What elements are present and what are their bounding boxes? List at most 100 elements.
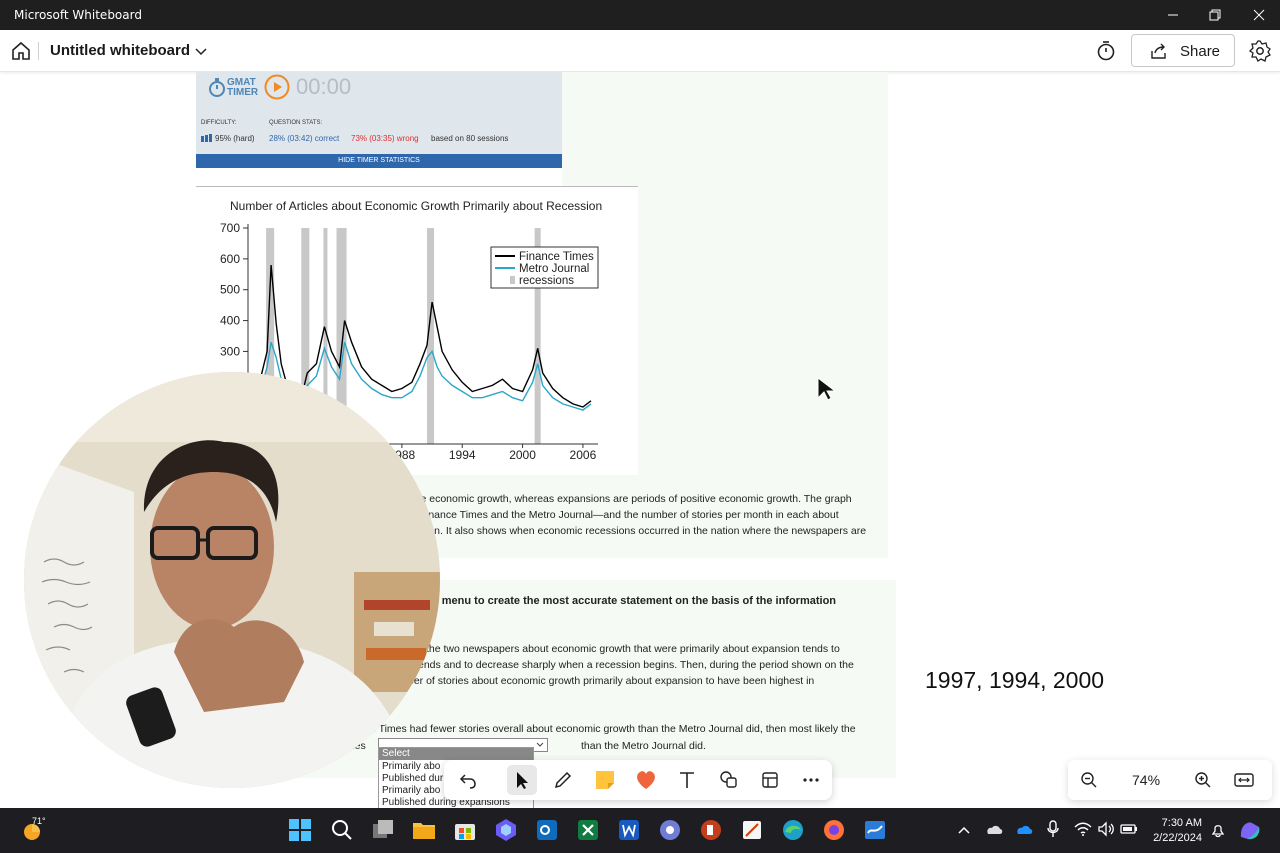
share-button[interactable]: Share: [1131, 34, 1235, 67]
play-icon[interactable]: [264, 74, 290, 100]
zoom-level: 74%: [1132, 772, 1161, 788]
excel-icon[interactable]: [576, 818, 600, 842]
onedrive-icon[interactable]: [1014, 822, 1034, 836]
snipping-tool-icon[interactable]: [740, 818, 764, 842]
windows-taskbar: 71° 7:30 AM 2/22/2024: [0, 808, 1280, 853]
pen-icon: [554, 771, 572, 789]
stopwatch-icon: [209, 78, 225, 97]
copilot-icon[interactable]: [1238, 819, 1262, 841]
wifi-icon[interactable]: [1074, 821, 1092, 837]
question-line: ends and to decrease sharply when a rece…: [418, 659, 854, 671]
store-icon[interactable]: [453, 818, 477, 842]
file-explorer-icon[interactable]: [412, 818, 436, 842]
share-icon: [1151, 43, 1166, 59]
notification-bell-icon[interactable]: [1210, 822, 1226, 838]
hide-timer-statistics-button[interactable]: HIDE TIMER STATISTICS: [196, 154, 562, 168]
more-icon: [803, 778, 819, 782]
minimize-icon: [1168, 14, 1178, 16]
clock-date[interactable]: 2/22/2024: [1146, 832, 1202, 844]
difficulty-bars-icon: [201, 134, 212, 142]
header-divider: [38, 42, 39, 60]
board-title[interactable]: Untitled whiteboard: [50, 42, 190, 59]
x-tick-label: 2000: [509, 448, 536, 462]
settings-app-icon[interactable]: [658, 818, 682, 842]
task-view-icon[interactable]: [371, 818, 395, 842]
difficulty-value: 95% (hard): [215, 134, 255, 143]
shapes-icon: [720, 771, 737, 788]
dropdown-option-select[interactable]: Select: [379, 748, 533, 760]
heart-icon: [637, 771, 655, 789]
y-tick-label: 500: [220, 283, 240, 297]
x-tick-label: 2006: [570, 448, 597, 462]
question-line: ber of stories about economic growth pri…: [408, 675, 815, 687]
search-icon[interactable]: [330, 818, 354, 842]
powerpoint-icon[interactable]: [699, 818, 723, 842]
zoom-out-icon[interactable]: [1080, 771, 1098, 789]
difficulty-label: DIFFICULTY:: [201, 120, 237, 126]
restore-button[interactable]: [1194, 0, 1236, 30]
weather-widget[interactable]: 71°: [20, 816, 46, 847]
weather-temp: 71°: [32, 816, 46, 826]
edge-icon[interactable]: [781, 818, 805, 842]
word-icon[interactable]: [617, 818, 641, 842]
text-icon: [680, 772, 694, 788]
whiteboard-toolbar: [444, 760, 832, 800]
select-tool-button[interactable]: [507, 765, 537, 795]
gmat-logo-text: GMAT TIMER: [227, 77, 259, 98]
timer-icon[interactable]: [1094, 39, 1118, 63]
cloud-icon[interactable]: [984, 822, 1004, 836]
x-tick-label: 1994: [449, 448, 476, 462]
undo-icon: [459, 774, 476, 789]
minimize-button[interactable]: [1152, 0, 1194, 30]
text-tool-button[interactable]: [675, 768, 699, 792]
y-tick-label: 300: [220, 344, 240, 358]
question-line: e Times had fewer stories overall about …: [370, 723, 856, 735]
question-stats-label: QUESTION STATS:: [269, 120, 323, 126]
chevron-up-icon[interactable]: [958, 825, 970, 835]
gear-icon[interactable]: [1248, 39, 1272, 63]
app-header: Untitled whiteboard Share: [0, 30, 1280, 72]
templates-button[interactable]: [758, 768, 782, 792]
firefox-icon[interactable]: [822, 818, 846, 842]
chevron-down-icon: [536, 742, 544, 747]
clock-time[interactable]: 7:30 AM: [1146, 817, 1202, 829]
pen-tool-button[interactable]: [551, 768, 575, 792]
sticky-note-icon: [596, 771, 614, 789]
reactions-button[interactable]: [634, 768, 658, 792]
templates-icon: [762, 772, 778, 788]
sticky-note-button[interactable]: [593, 768, 617, 792]
question-line: the two newspapers about economic growth…: [426, 643, 840, 655]
whiteboard-app-icon[interactable]: [863, 818, 887, 842]
y-tick-label: 400: [220, 314, 240, 328]
start-icon[interactable]: [288, 818, 312, 842]
outlook-icon[interactable]: [535, 818, 559, 842]
microphone-icon[interactable]: [1046, 820, 1060, 838]
handwritten-note[interactable]: 1997, 1994, 2000: [925, 667, 1104, 694]
instruction-text: n menu to create the most accurate state…: [432, 595, 837, 607]
undo-button[interactable]: [456, 768, 480, 792]
passage-line: inance Times and the Metro Journal—and t…: [426, 509, 839, 521]
sessions-stat: based on 80 sessions: [431, 134, 509, 143]
fit-to-screen-icon[interactable]: [1234, 771, 1254, 789]
y-tick-label: 600: [220, 252, 240, 266]
correct-stat: 28% (03:42) correct: [269, 134, 340, 143]
chevron-down-icon[interactable]: [193, 43, 209, 59]
more-options-button[interactable]: [799, 768, 823, 792]
webcam-video: [24, 372, 440, 788]
close-icon: [1253, 9, 1265, 21]
zoom-controls: 74%: [1068, 760, 1272, 800]
wrong-stat: 73% (03:35) wrong: [351, 134, 419, 143]
share-label: Share: [1180, 43, 1221, 60]
volume-icon[interactable]: [1097, 821, 1115, 837]
battery-icon[interactable]: [1120, 823, 1138, 835]
zoom-in-icon[interactable]: [1194, 771, 1212, 789]
copilot-app-icon[interactable]: [494, 818, 518, 842]
home-icon[interactable]: [10, 40, 32, 62]
legend-label: recessions: [519, 275, 574, 287]
app-window: Microsoft Whiteboard Untitled whiteboard…: [0, 0, 1280, 853]
timer-display: 00:00: [296, 74, 352, 99]
window-title: Microsoft Whiteboard: [14, 8, 142, 22]
close-button[interactable]: [1238, 0, 1280, 30]
legend-label: Finance Times: [519, 251, 594, 263]
shapes-tool-button[interactable]: [717, 768, 741, 792]
